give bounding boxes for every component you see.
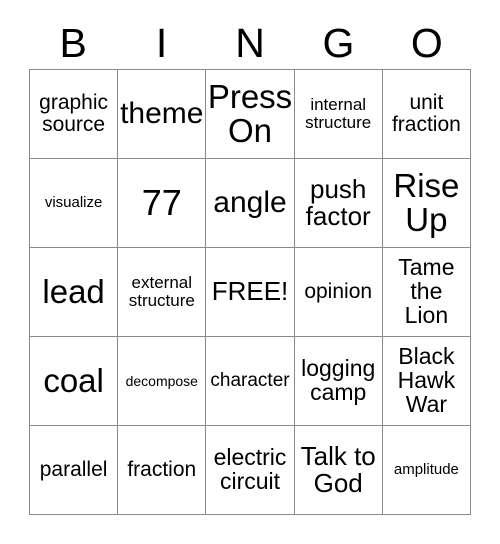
bingo-cell-label: 77	[141, 182, 182, 224]
bingo-cell-label: Talk to God	[300, 440, 376, 498]
bingo-cell-label: push factor	[305, 173, 371, 231]
bingo-header-letter-o: O	[410, 19, 443, 66]
bingo-cell-label: fraction	[127, 458, 197, 482]
bingo-cell[interactable]: electric circuit	[206, 426, 295, 515]
bingo-cell-label: amplitude	[393, 461, 459, 479]
bingo-cell[interactable]: graphic source	[30, 70, 119, 159]
bingo-cell-label: internal structure	[305, 95, 372, 132]
bingo-cell[interactable]: Black Hawk War	[382, 337, 471, 426]
bingo-header-letter-g: G	[322, 19, 355, 66]
bingo-cell[interactable]: Press On	[206, 70, 295, 159]
bingo-cell[interactable]: opinion	[294, 248, 383, 337]
bingo-cell[interactable]: visualize	[30, 159, 119, 248]
bingo-cell-label: parallel	[39, 458, 108, 482]
bingo-card: B I N G O graphic source theme Press On int…	[0, 0, 500, 544]
bingo-cell-label: external structure	[128, 273, 195, 310]
bingo-header-letter-n: N	[235, 19, 265, 66]
bingo-cell-label: theme	[120, 97, 204, 131]
bingo-cell-label: decompose	[125, 372, 198, 389]
bingo-cell[interactable]: parallel	[30, 426, 119, 515]
bingo-cell-label: coal	[43, 361, 104, 399]
bingo-cell-label: angle	[213, 186, 287, 220]
bingo-cell-label: FREE!	[211, 276, 289, 307]
bingo-cell[interactable]: lead	[30, 248, 119, 337]
bingo-header-letter-i: I	[155, 19, 168, 66]
bingo-cell-label: Press On	[207, 77, 293, 149]
bingo-cell[interactable]: 77	[118, 159, 207, 248]
bingo-cell-label: opinion	[304, 280, 373, 304]
bingo-header-row: B I N G O	[29, 18, 471, 68]
bingo-cell-label: Tame the Lion	[398, 254, 455, 328]
bingo-cell[interactable]: coal	[30, 337, 119, 426]
bingo-free-space-cell[interactable]: FREE!	[206, 248, 295, 337]
bingo-cell[interactable]: decompose	[118, 337, 207, 426]
bingo-cell-label: visualize	[44, 194, 103, 212]
bingo-cell-label: logging camp	[301, 355, 376, 405]
bingo-cell[interactable]: push factor	[294, 159, 383, 248]
bingo-cell[interactable]: logging camp	[294, 337, 383, 426]
bingo-cell-label: graphic source	[39, 91, 109, 136]
bingo-grid: graphic source theme Press On internal stru…	[29, 69, 471, 515]
bingo-cell[interactable]: external structure	[118, 248, 207, 337]
bingo-cell-label: unit fraction	[391, 91, 461, 136]
bingo-cell-label: Rise Up	[393, 166, 460, 238]
bingo-cell[interactable]: Talk to God	[294, 426, 383, 515]
bingo-cell[interactable]: theme	[118, 70, 207, 159]
bingo-header-letter-b: B	[59, 19, 87, 66]
bingo-cell-label: lead	[42, 272, 105, 310]
bingo-cell[interactable]: character	[206, 337, 295, 426]
bingo-cell[interactable]: fraction	[118, 426, 207, 515]
bingo-cell-label: electric circuit	[213, 444, 287, 494]
bingo-cell-label: Black Hawk War	[397, 343, 456, 417]
bingo-cell[interactable]: amplitude	[382, 426, 471, 515]
bingo-cell[interactable]: angle	[206, 159, 295, 248]
bingo-cell-label: character	[210, 370, 290, 392]
bingo-cell[interactable]: Tame the Lion	[382, 248, 471, 337]
bingo-cell[interactable]: Rise Up	[382, 159, 471, 248]
bingo-cell[interactable]: unit fraction	[382, 70, 471, 159]
bingo-cell[interactable]: internal structure	[294, 70, 383, 159]
